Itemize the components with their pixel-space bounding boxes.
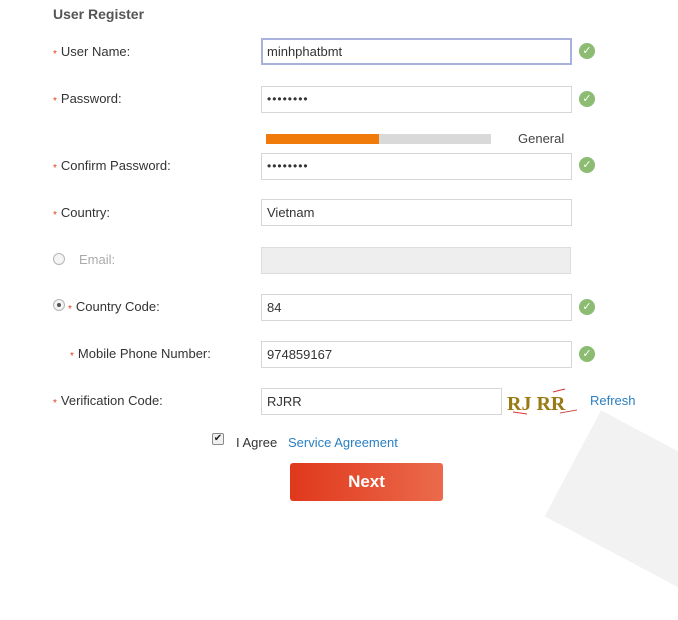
password-label: * Password: <box>53 89 122 109</box>
mobile-label-text: Mobile Phone Number: <box>77 346 211 361</box>
country-code-input[interactable]: 84 <box>261 294 572 321</box>
captcha-refresh-link[interactable]: Refresh <box>590 393 636 408</box>
next-button[interactable]: Next <box>290 463 443 501</box>
email-label: Email: <box>79 252 116 267</box>
required-mark: * <box>53 49 57 60</box>
confirm-password-label: * Confirm Password: <box>53 156 171 176</box>
username-input[interactable]: minhphatbmt <box>261 38 572 65</box>
password-valid-check-icon: ✓ <box>579 91 595 107</box>
confirm-password-input[interactable]: •••••••• <box>261 153 572 180</box>
required-mark: * <box>53 398 57 409</box>
required-mark: * <box>53 210 57 221</box>
country-select[interactable]: Vietnam <box>261 199 572 226</box>
required-mark: * <box>70 351 74 362</box>
captcha-noise-line <box>552 388 566 393</box>
password-input[interactable]: •••••••• <box>261 86 572 113</box>
username-label-text: User Name: <box>60 44 131 59</box>
mobile-valid-check-icon: ✓ <box>579 346 595 362</box>
password-strength-label: General <box>518 131 565 146</box>
service-agreement-link[interactable]: Service Agreement <box>288 435 398 450</box>
captcha-text: RJ RR <box>507 393 566 415</box>
country-label-text: Country: <box>60 205 111 220</box>
mobile-input[interactable]: 974859167 <box>261 341 572 368</box>
verification-label: * Verification Code: <box>53 391 163 411</box>
verification-label-text: Verification Code: <box>60 393 163 408</box>
country-label: * Country: <box>53 203 110 223</box>
username-valid-check-icon: ✓ <box>579 43 595 59</box>
email-radio[interactable] <box>53 253 65 265</box>
password-strength-bar <box>266 134 491 144</box>
password-strength-fill <box>266 134 379 144</box>
mobile-label: * Mobile Phone Number: <box>70 344 211 364</box>
required-mark: * <box>68 304 72 315</box>
password-label-text: Password: <box>60 91 122 106</box>
confirm-password-label-text: Confirm Password: <box>60 158 171 173</box>
background-watermark <box>544 410 678 620</box>
confirm-password-valid-check-icon: ✓ <box>579 157 595 173</box>
verification-code-input[interactable]: RJRR <box>261 388 502 415</box>
email-input[interactable] <box>261 247 571 274</box>
agree-checkbox[interactable]: ✔ <box>212 433 224 445</box>
required-mark: * <box>53 163 57 174</box>
username-label: * User Name: <box>53 42 130 62</box>
captcha-image[interactable]: RJ RR <box>505 386 587 418</box>
page-title: User Register <box>53 6 145 22</box>
agree-text: I Agree <box>236 435 278 450</box>
phone-radio[interactable] <box>53 299 65 311</box>
required-mark: * <box>53 96 57 107</box>
country-code-valid-check-icon: ✓ <box>579 299 595 315</box>
country-code-label: * Country Code: <box>68 297 160 317</box>
country-code-label-text: Country Code: <box>75 299 160 314</box>
